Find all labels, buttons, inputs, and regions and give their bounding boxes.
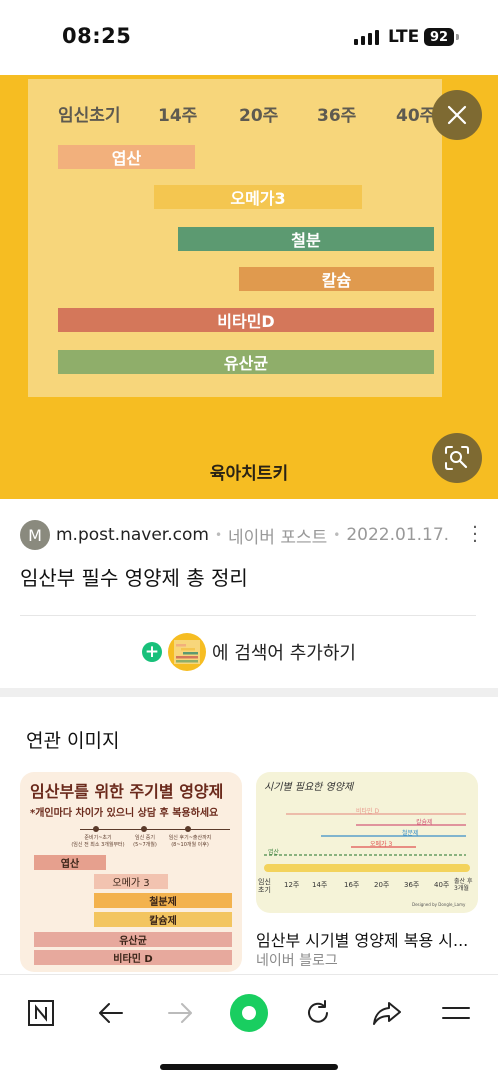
- related-source: 네이버 블로그: [256, 953, 338, 969]
- plus-icon: +: [142, 642, 163, 662]
- card-bar: 비타민 D: [34, 950, 232, 965]
- related-images-heading: 연관 이미지: [26, 730, 120, 752]
- related-caption[interactable]: 임산부 시기별 영양제 복용 시...: [256, 927, 468, 951]
- arrow-left-icon: [99, 1003, 123, 1023]
- arrow-right-icon: [168, 1003, 192, 1023]
- timeline-header: 14주: [158, 106, 198, 126]
- card-bar: 유산균: [34, 932, 232, 947]
- hamburger-menu-icon: [442, 1007, 470, 1019]
- source-service: 네이버 포스트: [228, 527, 328, 548]
- battery-icon: 92: [424, 28, 454, 46]
- source-date: 2022.01.17.: [346, 525, 450, 545]
- timeline-header: 임신초기: [58, 106, 121, 126]
- result-title[interactable]: 임산부 필수 영양제 총 정리: [20, 562, 248, 591]
- battery-level: 92: [429, 29, 449, 45]
- card-timeline-graphic: [264, 813, 470, 872]
- menu-button[interactable]: [434, 991, 478, 1035]
- lens-search-icon: [445, 446, 469, 470]
- green-dot-icon: [230, 994, 268, 1032]
- more-options-icon[interactable]: · · ·: [470, 519, 480, 551]
- bar-omega3: 오메가3: [154, 185, 362, 209]
- section-gap: [0, 688, 498, 697]
- related-image-card[interactable]: 시기별 필요한 영양제 비타민 D 칼슘제 철분제 오메가 3 엽산 임신초기 …: [256, 772, 478, 913]
- bar-probiotics: 유산균: [58, 350, 434, 374]
- source-domain[interactable]: m.post.naver.com: [56, 525, 209, 545]
- bar-iron: 철분: [178, 227, 434, 251]
- divider: [20, 615, 476, 616]
- back-button[interactable]: [89, 991, 133, 1035]
- card-bar: 철분제: [94, 893, 232, 908]
- card-image-subtitle: *개인마다 차이가 있으니 상담 후 복용하세요: [30, 808, 219, 819]
- timeline-header: 40주: [396, 106, 436, 126]
- card-image-title: 임산부를 위한 주기별 영양제: [30, 782, 224, 801]
- nutrient-timeline-image: 임신초기 14주 20주 36주 40주 엽산 오메가3 철분 칼슘 비타민D …: [28, 79, 442, 397]
- timeline-header: 20주: [239, 106, 279, 126]
- image-search-button[interactable]: [432, 433, 482, 483]
- status-bar: 08:25 LTE 92: [0, 0, 498, 75]
- bar-calcium: 칼슘: [239, 267, 434, 291]
- source-row[interactable]: M m.post.naver.com • 네이버 포스트 • 2022.01.1…: [20, 519, 480, 551]
- forward-button[interactable]: [158, 991, 202, 1035]
- close-button[interactable]: [432, 90, 482, 140]
- green-dot-button[interactable]: [227, 991, 271, 1035]
- card-bar: 칼슘제: [94, 912, 232, 927]
- card-bar: 엽산: [34, 855, 106, 870]
- add-search-term-label: 에 검색어 추가하기: [212, 643, 356, 664]
- close-icon: [447, 105, 467, 125]
- refresh-button[interactable]: [296, 991, 340, 1035]
- image-viewer[interactable]: 임신초기 14주 20주 36주 40주 엽산 오메가3 철분 칼슘 비타민D …: [0, 75, 498, 499]
- bar-folic-acid: 엽산: [58, 145, 195, 169]
- bar-vitamin-d: 비타민D: [58, 308, 434, 332]
- signal-icon: [354, 30, 379, 45]
- card-bar: 오메가 3: [94, 874, 168, 889]
- home-indicator[interactable]: [160, 1064, 338, 1070]
- share-button[interactable]: [365, 991, 409, 1035]
- refresh-icon: [308, 1000, 328, 1023]
- image-brand-text: 육아치트키: [209, 464, 289, 484]
- site-favicon: M: [20, 520, 50, 550]
- network-type: LTE: [388, 27, 420, 47]
- related-image-card[interactable]: 임산부를 위한 주기별 영양제 *개인마다 차이가 있으니 상담 후 복용하세요…: [20, 772, 242, 972]
- add-search-term-button[interactable]: + 에 검색어 추가하기: [0, 632, 498, 672]
- image-thumbnail: [168, 633, 207, 671]
- share-icon: [373, 1002, 401, 1025]
- naver-home-button[interactable]: [19, 991, 63, 1035]
- naver-n-icon: [28, 1000, 54, 1026]
- timeline-header: 36주: [317, 106, 357, 126]
- status-time: 08:25: [62, 24, 132, 48]
